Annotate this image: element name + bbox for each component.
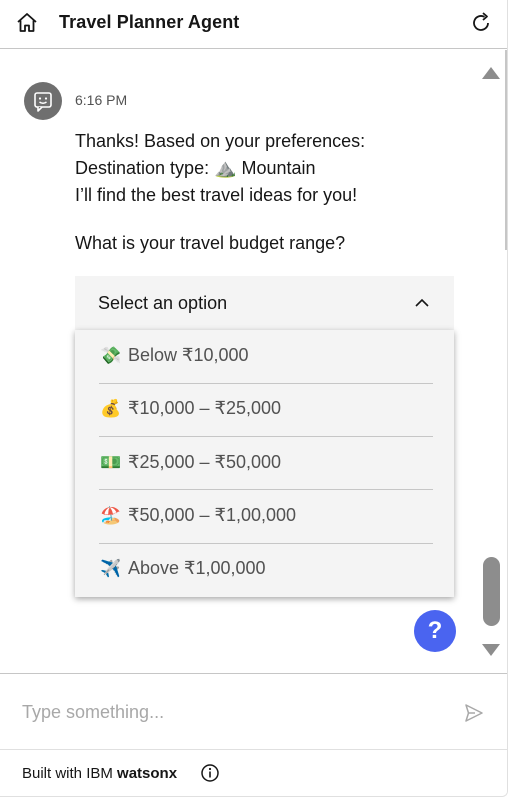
footer-prefix: Built with IBM: [22, 765, 118, 782]
scroll-down-arrow-icon[interactable]: [482, 644, 500, 656]
dropdown-placeholder: Select an option: [98, 293, 228, 313]
option-label: ₹10,000 – ₹25,000: [128, 398, 282, 418]
restart-icon[interactable]: [468, 10, 494, 36]
built-with-text: Built with IBM watsonx: [22, 765, 177, 782]
footer: Built with IBM watsonx: [0, 749, 507, 796]
dropdown-menu: 💸 Below ₹10,000 💰 ₹10,000 – ₹25,000 💵 ₹2…: [75, 330, 454, 597]
scroll-up-arrow-icon[interactable]: [482, 67, 500, 79]
dropdown-option[interactable]: 💰 ₹10,000 – ₹25,000: [75, 383, 454, 436]
dollar-banknote-icon: 💵: [100, 453, 122, 472]
bot-question: What is your travel budget range?: [75, 233, 346, 253]
bot-message-line: Destination type: ⛰️ Mountain: [75, 158, 316, 178]
scroll-track: [505, 50, 507, 250]
dropdown-option[interactable]: ✈️ Above ₹1,00,000: [75, 543, 454, 596]
message-input[interactable]: [10, 694, 450, 730]
home-icon[interactable]: [14, 10, 40, 36]
money-bag-icon: 💰: [100, 399, 122, 418]
option-label: Above ₹1,00,000: [128, 558, 266, 578]
bot-avatar: [24, 82, 62, 120]
info-icon[interactable]: [200, 763, 220, 783]
dropdown-option[interactable]: 💸 Below ₹10,000: [75, 330, 454, 383]
option-label: Below ₹10,000: [128, 345, 249, 365]
scroll-thumb[interactable]: [483, 557, 500, 626]
message-timestamp: 6:16 PM: [75, 92, 128, 108]
bot-face-icon: [34, 92, 52, 112]
header: Travel Planner Agent: [0, 0, 507, 49]
beach-umbrella-icon: 🏖️: [100, 506, 122, 525]
send-icon[interactable]: [463, 702, 485, 724]
option-label: ₹50,000 – ₹1,00,000: [128, 505, 297, 525]
bot-message-line: I’ll find the best travel ideas for you!: [75, 185, 358, 205]
option-label: ₹25,000 – ₹50,000: [128, 452, 282, 472]
dropdown-option[interactable]: 💵 ₹25,000 – ₹50,000: [75, 437, 454, 490]
money-with-wings-icon: 💸: [100, 346, 122, 365]
dropdown-option[interactable]: 🏖️ ₹50,000 – ₹1,00,000: [75, 490, 454, 543]
help-button[interactable]: ?: [414, 610, 456, 652]
page-title: Travel Planner Agent: [59, 12, 240, 32]
bot-message-line: Thanks! Based on your preferences:: [75, 131, 366, 151]
footer-brand: watsonx: [117, 765, 178, 782]
chat-window: Travel Planner Agent 6:16 PM Thanks! Bas…: [0, 0, 508, 797]
message-composer: [0, 673, 507, 749]
budget-dropdown[interactable]: Select an option: [75, 276, 454, 332]
chat-scroll-area[interactable]: 6:16 PM Thanks! Based on your preference…: [0, 50, 507, 672]
airplane-icon: ✈️: [100, 559, 122, 578]
chevron-up-icon: [415, 298, 429, 307]
